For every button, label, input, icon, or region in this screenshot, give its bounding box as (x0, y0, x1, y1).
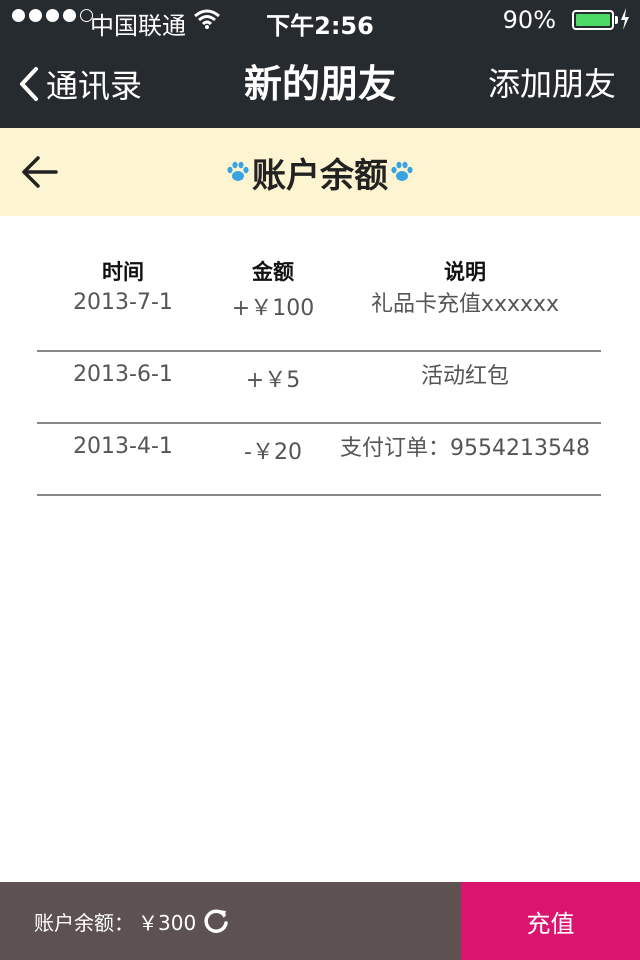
row-note: 礼品卡充值xxxxxx (370, 292, 560, 317)
row-date: 2013-4-1 (73, 434, 173, 459)
row-note: 活动红包 (420, 364, 509, 389)
battery-cap (615, 16, 618, 24)
row-note: 支付订单：9554213548 (340, 436, 590, 461)
status-bar: 中国联通 下午2:56 90% (0, 0, 640, 40)
table-row: 2013-4-1 -￥20 支付订单：9554213548 (37, 424, 601, 496)
row-date: 2013-7-1 (73, 290, 173, 315)
battery-icon (572, 10, 614, 30)
battery-percent: 90% (502, 6, 556, 34)
paw-icon (227, 161, 249, 181)
balance-area: 账户余额： ￥300 (0, 882, 461, 960)
table-row: 2013-6-1 +￥5 活动红包 (37, 352, 601, 424)
row-date: 2013-6-1 (73, 362, 173, 387)
recharge-button[interactable]: 充值 (461, 882, 640, 960)
balance-value: ￥300 (138, 910, 197, 935)
row-amount: +￥5 (245, 368, 301, 393)
column-header-note: 说明 (444, 260, 486, 284)
bottom-bar: 账户余额： ￥300 充值 (0, 882, 640, 960)
paw-icon (391, 161, 413, 181)
refresh-balance-button[interactable] (202, 907, 230, 935)
transactions-table: 时间 金额 说明 2013-7-1 +￥100 礼品卡充值xxxxxx 2013… (37, 248, 601, 496)
add-friend-button[interactable]: 添加朋友 (488, 40, 616, 128)
column-header-time: 时间 (102, 260, 144, 284)
refresh-icon (204, 909, 228, 933)
table-row: 2013-7-1 +￥100 礼品卡充值xxxxxx (37, 290, 601, 352)
charging-icon (621, 8, 629, 30)
row-amount: +￥100 (231, 296, 315, 321)
page-header: 账户余额 (0, 128, 640, 216)
navigation-bar: 通讯录 新的朋友 添加朋友 (0, 40, 640, 128)
page-title: 账户余额 (252, 155, 388, 196)
balance-label: 账户余额： (34, 910, 134, 935)
column-header-amount: 金额 (252, 260, 294, 284)
row-amount: -￥20 (244, 440, 302, 465)
